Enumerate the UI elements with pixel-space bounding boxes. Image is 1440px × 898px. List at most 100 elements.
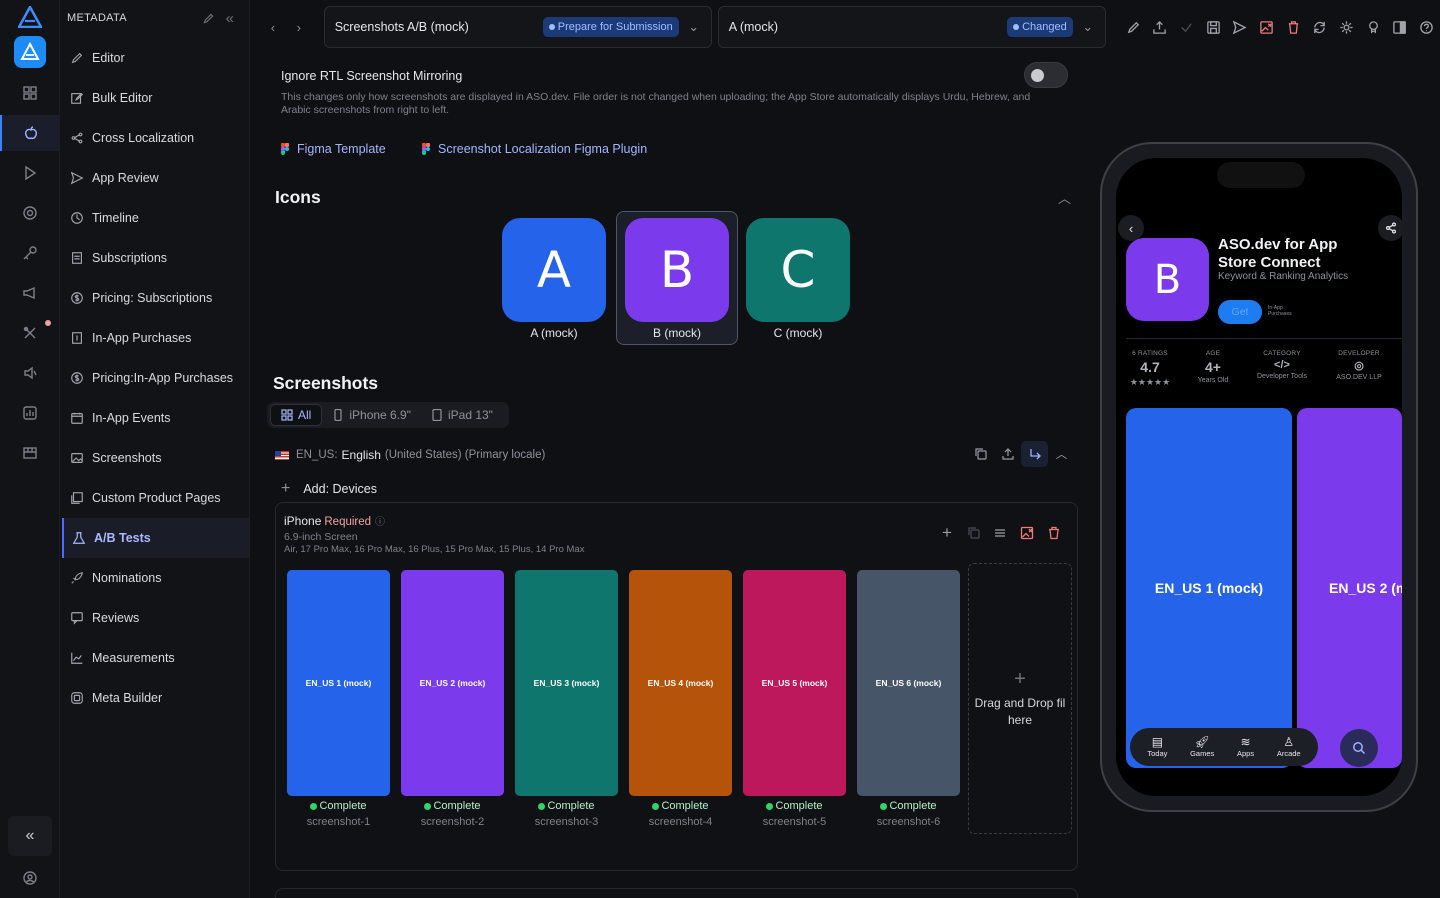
search-button[interactable] — [1340, 729, 1378, 767]
flask-icon — [72, 531, 86, 545]
icon-variant-a[interactable]: A A (mock) — [493, 212, 615, 346]
check-button[interactable] — [1173, 14, 1200, 40]
apple-icon[interactable] — [0, 115, 60, 151]
get-button[interactable]: Get — [1218, 300, 1262, 324]
icons-collapse-button[interactable]: ︿ — [1058, 188, 1071, 207]
sidebar-item-ab-tests[interactable]: A/B Tests — [62, 518, 249, 558]
help-circle-icon[interactable]: ⓘ — [375, 517, 385, 528]
store-icon[interactable] — [0, 435, 60, 471]
edit-pencil-icon[interactable] — [197, 7, 219, 29]
edit-button[interactable] — [1120, 14, 1147, 40]
target-icon[interactable] — [0, 195, 60, 231]
screenshot-item[interactable]: EN_US 2 (mock) Complete screenshot-2 — [401, 570, 504, 828]
play-icon[interactable] — [0, 155, 60, 191]
tab-games[interactable]: 🚀︎ Games — [1190, 736, 1214, 759]
help-button[interactable] — [1413, 14, 1440, 40]
review-icon — [70, 611, 84, 625]
sidebar-item-measurements[interactable]: Measurements — [60, 638, 249, 678]
screenshot-thumbnail[interactable]: EN_US 2 (mock) — [401, 570, 504, 796]
tools-icon[interactable] — [0, 315, 60, 351]
sidebar-item-subscriptions[interactable]: Subscriptions — [60, 238, 249, 278]
variant-select[interactable]: A (mock) Changed ⌄ — [717, 6, 1106, 48]
screenshot-item[interactable]: EN_US 6 (mock) Complete screenshot-6 — [857, 570, 960, 828]
notification-dot — [45, 320, 51, 326]
sidebar-item-screenshots[interactable]: Screenshots — [60, 438, 249, 478]
apply-button[interactable] — [1021, 441, 1048, 467]
save-button[interactable] — [1200, 14, 1227, 40]
tab-today[interactable]: ▤ Today — [1147, 736, 1167, 759]
back-button[interactable]: ‹ — [260, 14, 286, 40]
drop-zone[interactable]: + Drag and Drop fil here — [968, 563, 1072, 834]
filter-iphone[interactable]: iPhone 6.9" — [322, 404, 421, 426]
screenshot-item[interactable]: EN_US 1 (mock) Complete screenshot-1 — [287, 570, 390, 828]
delete-device-button[interactable] — [1040, 521, 1067, 545]
upload-locale-button[interactable] — [994, 441, 1021, 467]
screenshot-thumbnail[interactable]: EN_US 5 (mock) — [743, 570, 846, 796]
sidebar-item-editor[interactable]: Editor — [60, 38, 249, 78]
screenshot-item[interactable]: EN_US 4 (mock) Complete screenshot-4 — [629, 570, 732, 828]
figma-plugin-link[interactable]: Screenshot Localization Figma Plugin — [422, 142, 647, 156]
tab-arcade[interactable]: ♙ Arcade — [1277, 736, 1301, 759]
delete-button[interactable] — [1280, 14, 1307, 40]
sidebar-item-cross-localization[interactable]: Cross Localization — [60, 118, 249, 158]
upload-button[interactable] — [1146, 14, 1173, 40]
collapse-sidebar-icon[interactable]: « — [219, 7, 241, 29]
reorder-button[interactable] — [987, 521, 1014, 545]
remove-images-button[interactable] — [1253, 14, 1280, 40]
screenshot-thumbnail[interactable]: EN_US 6 (mock) — [857, 570, 960, 796]
megaphone-icon[interactable] — [0, 275, 60, 311]
sidebar-item-in-app-events[interactable]: In-App Events — [60, 398, 249, 438]
sidebar-item-pricing-in-app-purchases[interactable]: Pricing:In-App Purchases — [60, 358, 249, 398]
screenshot-thumbnail[interactable]: EN_US 3 (mock) — [515, 570, 618, 796]
dashboard-icon[interactable] — [0, 75, 60, 111]
forward-button[interactable]: › — [286, 14, 312, 40]
filter-ipad[interactable]: iPad 13" — [421, 404, 503, 426]
key-icon[interactable] — [0, 235, 60, 271]
preview-back-button[interactable]: ‹ — [1118, 215, 1144, 241]
sidebar-item-pricing-subscriptions[interactable]: Pricing: Subscriptions — [60, 278, 249, 318]
icon-variant-c[interactable]: C C (mock) — [737, 212, 859, 346]
icon-caption: A (mock) — [530, 326, 578, 340]
refresh-button[interactable] — [1307, 14, 1334, 40]
sidebar-item-bulk-editor[interactable]: Bulk Editor — [60, 78, 249, 118]
tab-apps[interactable]: ≋ Apps — [1237, 736, 1254, 759]
screenshot-item[interactable]: EN_US 5 (mock) Complete screenshot-5 — [743, 570, 846, 828]
screenshot-item[interactable]: EN_US 3 (mock) Complete screenshot-3 — [515, 570, 618, 828]
chart-icon[interactable] — [0, 395, 60, 431]
figma-template-link[interactable]: Figma Template — [281, 142, 386, 156]
sidebar-item-app-review[interactable]: App Review — [60, 158, 249, 198]
remove-images-button[interactable] — [1014, 521, 1041, 545]
drop-zone-line-2: here — [1007, 713, 1033, 727]
preview-share-button[interactable] — [1378, 215, 1402, 241]
speaker-icon[interactable] — [0, 355, 60, 391]
add-screenshot-button[interactable]: + — [934, 521, 961, 545]
account-icon[interactable] — [0, 860, 60, 896]
collapse-rail-button[interactable]: « — [8, 816, 52, 856]
locale-collapse-button[interactable]: ︿ — [1048, 441, 1075, 467]
screenshot-thumbnail[interactable]: EN_US 1 (mock) — [287, 570, 390, 796]
sidebar-item-in-app-purchases[interactable]: In-App Purchases — [60, 318, 249, 358]
ai-button[interactable] — [1360, 14, 1387, 40]
icon-variant-b[interactable]: B B (mock) — [616, 211, 738, 345]
copy-button[interactable] — [967, 441, 994, 467]
filter-all[interactable]: All — [270, 404, 323, 426]
sidebar-item-reviews[interactable]: Reviews — [60, 598, 249, 638]
duplicate-button[interactable] — [960, 521, 987, 545]
screenshot-thumbnail[interactable]: EN_US 4 (mock) — [629, 570, 732, 796]
status-badge-text: Prepare for Submission — [557, 21, 673, 33]
sidebar-item-meta-builder[interactable]: Meta Builder — [60, 678, 249, 718]
add-devices-button[interactable]: + Add: Devices — [281, 480, 377, 498]
figma-plugin-label: Screenshot Localization Figma Plugin — [438, 142, 648, 156]
settings-button[interactable] — [1333, 14, 1360, 40]
sidebar-item-timeline[interactable]: Timeline — [60, 198, 249, 238]
sidebar-item-custom-product-pages[interactable]: Custom Product Pages — [60, 478, 249, 518]
send-icon — [70, 171, 84, 185]
submit-button[interactable] — [1227, 14, 1254, 40]
rtl-mirroring-toggle[interactable] — [1024, 62, 1068, 88]
sidebar-title: METADATA — [67, 12, 127, 24]
line-chart-icon — [70, 651, 84, 665]
sidebar-item-nominations[interactable]: Nominations — [60, 558, 249, 598]
ab-test-select[interactable]: Screenshots A/B (mock) Prepare for Submi… — [323, 6, 712, 48]
toggle-preview-button[interactable] — [1387, 14, 1414, 40]
app-store-connect-icon[interactable] — [14, 36, 46, 68]
